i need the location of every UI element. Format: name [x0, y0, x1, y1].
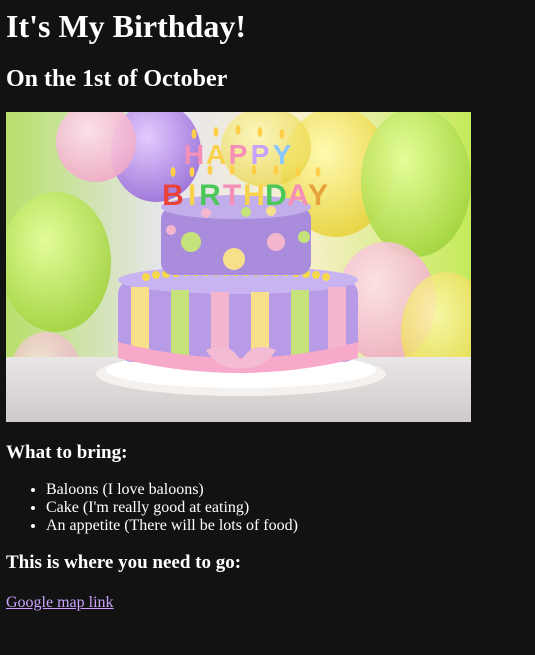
page-subtitle: On the 1st of October	[6, 66, 228, 92]
page-title: It's My Birthday!	[6, 8, 246, 44]
svg-text:T: T	[223, 179, 241, 212]
list-item: Baloons (I love baloons)	[46, 481, 529, 499]
list-item: An appetite (There will be lots of food)	[46, 517, 529, 535]
svg-text:H: H	[243, 179, 265, 212]
svg-text:R: R	[199, 179, 221, 212]
svg-text:A: A	[287, 179, 309, 212]
directions-heading: This is where you need to go:	[6, 552, 242, 573]
birthday-cake-image: H A P P Y B I R T H D A Y	[6, 112, 471, 422]
svg-text:B: B	[162, 179, 184, 212]
svg-text:Y: Y	[308, 179, 328, 212]
svg-text:I: I	[188, 179, 196, 212]
svg-text:D: D	[265, 179, 287, 212]
bring-list: Baloons (I love baloons) Cake (I'm reall…	[6, 481, 529, 535]
page: It's My Birthday! On the 1st of October	[0, 0, 535, 655]
google-map-link[interactable]: Google map link	[6, 594, 114, 612]
list-item: Cake (I'm really good at eating)	[46, 499, 529, 517]
bring-heading: What to bring:	[6, 442, 128, 463]
svg-text:A: A	[206, 139, 226, 170]
svg-text:H: H	[184, 139, 204, 170]
